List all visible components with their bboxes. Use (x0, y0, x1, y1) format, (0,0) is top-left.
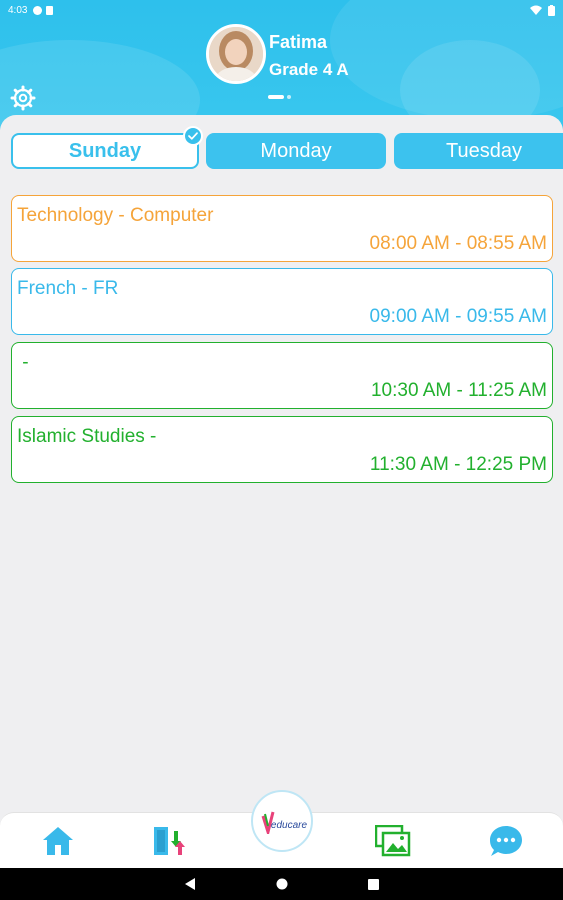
gallery-icon[interactable] (375, 825, 411, 857)
status-time: 4:03 (8, 4, 28, 16)
check-icon (183, 126, 203, 146)
back-icon[interactable] (184, 877, 196, 891)
home-icon[interactable] (40, 825, 76, 857)
system-nav-bar (0, 868, 563, 900)
tab-tuesday[interactable]: Tuesday (394, 133, 563, 169)
student-name: Fatima (269, 32, 328, 52)
status-bar: 4:03 (0, 0, 563, 20)
chat-icon[interactable] (488, 825, 524, 857)
logo-mark-icon (261, 811, 275, 834)
day-tabs: Sunday Monday Tuesday (0, 133, 563, 169)
time-range: 11:30 AM - 12:25 PM (369, 454, 547, 475)
schedule-card[interactable]: French - FR 09:00 AM - 09:55 AM (11, 268, 553, 335)
tab-monday[interactable]: Monday (206, 133, 386, 169)
sim-icon (46, 5, 54, 15)
schedule-card[interactable]: - 10:30 AM - 11:25 AM (11, 342, 553, 409)
page-indicator (268, 95, 291, 99)
time-range: 10:30 AM - 11:25 AM (370, 380, 547, 401)
subject-label: Islamic Studies - (17, 426, 157, 447)
recents-icon[interactable] (368, 878, 379, 890)
wifi-icon (530, 5, 542, 15)
avatar[interactable] (206, 24, 266, 84)
subject-label: - (17, 352, 29, 373)
time-range: 09:00 AM - 09:55 AM (369, 306, 547, 327)
schedule-card[interactable]: Islamic Studies - 11:30 AM - 12:25 PM (11, 416, 553, 483)
header: 4:03 Fatima Grade 4 A (0, 0, 563, 130)
notification-icon (33, 5, 43, 15)
battery-icon (548, 4, 555, 16)
home-circle-icon[interactable] (276, 878, 288, 890)
time-range: 08:00 AM - 08:55 AM (369, 233, 547, 254)
tab-sunday[interactable]: Sunday (11, 133, 199, 169)
subject-label: Technology - Computer (17, 205, 214, 226)
door-exit-icon[interactable] (152, 825, 188, 857)
student-grade: Grade 4 A (269, 60, 349, 79)
schedule-card[interactable]: Technology - Computer 08:00 AM - 08:55 A… (11, 195, 553, 262)
logo-text: educare (270, 819, 308, 831)
gear-icon[interactable] (10, 85, 36, 111)
subject-label: French - FR (17, 278, 119, 299)
educare-logo-button[interactable]: educare (251, 790, 313, 852)
